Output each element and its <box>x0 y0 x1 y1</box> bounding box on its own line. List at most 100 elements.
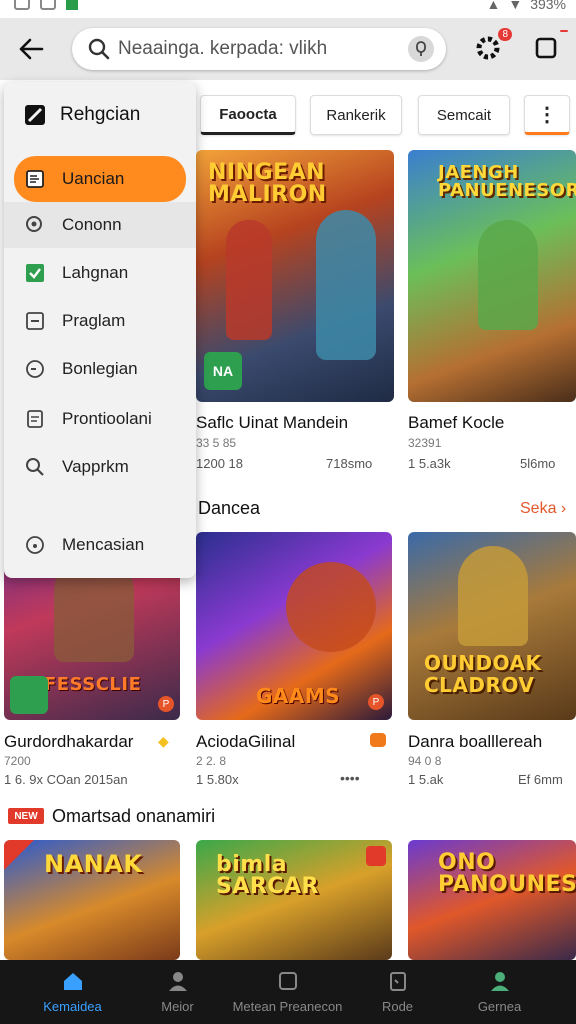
drawer-item-label: Mencasian <box>62 535 145 554</box>
magnifier-icon <box>24 456 46 478</box>
settings-button[interactable]: 8 <box>474 28 512 64</box>
drawer-item-uancian[interactable]: Uancian <box>14 156 186 202</box>
signal-icon: ▲ <box>486 0 501 12</box>
featured-game-art-2[interactable]: JAENGH PANUENESORES <box>408 150 576 402</box>
person-icon <box>168 972 187 991</box>
microphone-icon <box>416 41 426 56</box>
paid-badge: P <box>158 696 174 712</box>
app-icon <box>66 0 78 10</box>
side-drawer-menu: Rehgcian Uancian Cononn Lahgnan Praglam … <box>4 82 196 578</box>
gear-icon <box>476 36 500 60</box>
game-title[interactable]: Gurdordhakardar <box>4 732 133 752</box>
section-title: Dancea <box>198 498 261 518</box>
featured-game-art[interactable]: NINGEAN MALIRON NA <box>196 150 394 402</box>
drawer-item-prontioolani[interactable]: Prontioolani <box>4 396 196 442</box>
chip-search[interactable]: Semcait <box>418 95 510 135</box>
game-downloads: 1 5.a3k <box>408 456 451 471</box>
publisher-logo: NA <box>204 352 242 390</box>
search-input[interactable] <box>118 36 398 62</box>
drawer-item-bonlegian[interactable]: Bonlegian <box>4 346 196 392</box>
game-size: Ef 6mm <box>518 772 563 787</box>
home-icon <box>63 973 82 990</box>
checkbox-icon <box>24 262 46 284</box>
minus-box-icon <box>24 310 46 332</box>
tag-icon <box>370 733 386 747</box>
user-icon <box>490 972 509 991</box>
nav-gernea[interactable]: Gernea <box>442 966 557 1022</box>
nav-label: Meior <box>161 999 194 1014</box>
arrow-left-icon <box>19 38 44 60</box>
goblin-figure <box>478 220 538 330</box>
nav-rode[interactable]: Rode <box>340 966 455 1022</box>
section-title: Omartsad onanamiri <box>52 806 216 826</box>
drawer-item-praglam[interactable]: Praglam <box>4 298 196 344</box>
game-card-art[interactable]: ONO PANOUNES <box>408 840 576 960</box>
drawer-title: Rehgcian <box>60 104 141 125</box>
chip-ranking[interactable]: Rankerik <box>310 95 402 135</box>
game-title[interactable]: AciodaGilinal <box>196 732 295 752</box>
new-badge: NEW <box>8 808 44 824</box>
search-circle-icon <box>24 214 46 236</box>
wifi-icon: ▼ <box>508 0 523 12</box>
edit-icon <box>25 105 45 125</box>
drawer-item-label: Cononn <box>62 215 122 234</box>
nav-home[interactable]: Kemaidea <box>15 966 130 1022</box>
drawer-item-label: Vapprkm <box>62 457 129 476</box>
voice-search-button[interactable] <box>408 36 434 62</box>
drawer-item-vapprkm[interactable]: Vapprkm <box>4 444 196 490</box>
clock-icon <box>24 358 46 380</box>
game-rating: 7200 <box>4 754 31 768</box>
search-bar[interactable] <box>72 28 446 70</box>
drawer-item-label: Uancian <box>62 169 125 188</box>
top-app-bar: 8 <box>0 18 576 80</box>
drawer-item-label: Lahgnan <box>62 263 129 282</box>
menu-button[interactable] <box>534 30 568 64</box>
gallery-icon <box>40 0 56 10</box>
window-icon <box>535 37 557 59</box>
menu-badge <box>560 30 568 32</box>
drawer-item-lahgnan[interactable]: Lahgnan <box>4 250 196 296</box>
game-rating: 33 5 85 <box>196 436 237 450</box>
nav-label: Metean Preanecon <box>232 999 343 1014</box>
drawer-item-label: Prontioolani <box>62 409 152 428</box>
game-downloads: 1 5.ak <box>408 772 444 787</box>
game-title[interactable]: Saflc Uinat Mandein <box>196 413 348 433</box>
game-card-art[interactable]: GAAMS P <box>196 532 392 720</box>
drawer-item-cononn[interactable]: Cononn <box>4 202 196 248</box>
armored-figure <box>458 546 528 646</box>
game-rating: 94 0 8 <box>408 754 442 768</box>
status-bar: ▲ ▼ 393% <box>0 0 576 18</box>
game-downloads: 1 6. 9x COan 2015an <box>4 772 128 787</box>
nav-metean[interactable]: Metean Preanecon <box>230 966 345 1022</box>
drawer-header: Rehgcian <box>4 82 196 148</box>
chip-featured[interactable]: Faoocta <box>200 95 296 135</box>
game-rating: 32391 <box>408 436 442 450</box>
game-title[interactable]: Danra boalllereah <box>408 732 542 752</box>
publisher-logo <box>10 676 48 714</box>
nav-label: Rode <box>381 999 414 1014</box>
see-all-link[interactable]: Seka › <box>520 500 566 518</box>
game-card-art[interactable]: bimla SARCAR <box>196 840 392 960</box>
corner-ribbon <box>4 840 34 870</box>
game-title[interactable]: Bamef Kocle <box>408 413 504 433</box>
chip-more[interactable]: ⋮ <box>524 95 570 135</box>
nav-meior[interactable]: Meior <box>120 966 235 1022</box>
warrior-figure <box>226 220 272 340</box>
game-card-art[interactable]: OUNDOAK CLADROV <box>408 532 576 720</box>
game-card-art[interactable]: NANAK <box>4 840 180 960</box>
more-dots[interactable]: •••• <box>340 770 360 786</box>
hot-badge <box>366 846 386 866</box>
filter-chips: Faoocta Rankerik Semcait ⋮ <box>200 95 576 139</box>
paid-badge: P <box>368 694 384 710</box>
square-icon <box>278 972 297 990</box>
drawer-item-label: Bonlegian <box>62 359 138 378</box>
search-icon <box>88 38 110 60</box>
back-button[interactable] <box>14 32 48 66</box>
info-circle-icon <box>24 534 46 556</box>
diamond-icon: ◆ <box>158 733 169 749</box>
file-icon <box>24 408 46 430</box>
nav-label: Kemaidea <box>43 999 102 1014</box>
drawer-item-mencasian[interactable]: Mencasian <box>4 522 196 568</box>
game-rating: 2 2. 8 <box>196 754 227 768</box>
dragon-figure <box>286 562 376 652</box>
